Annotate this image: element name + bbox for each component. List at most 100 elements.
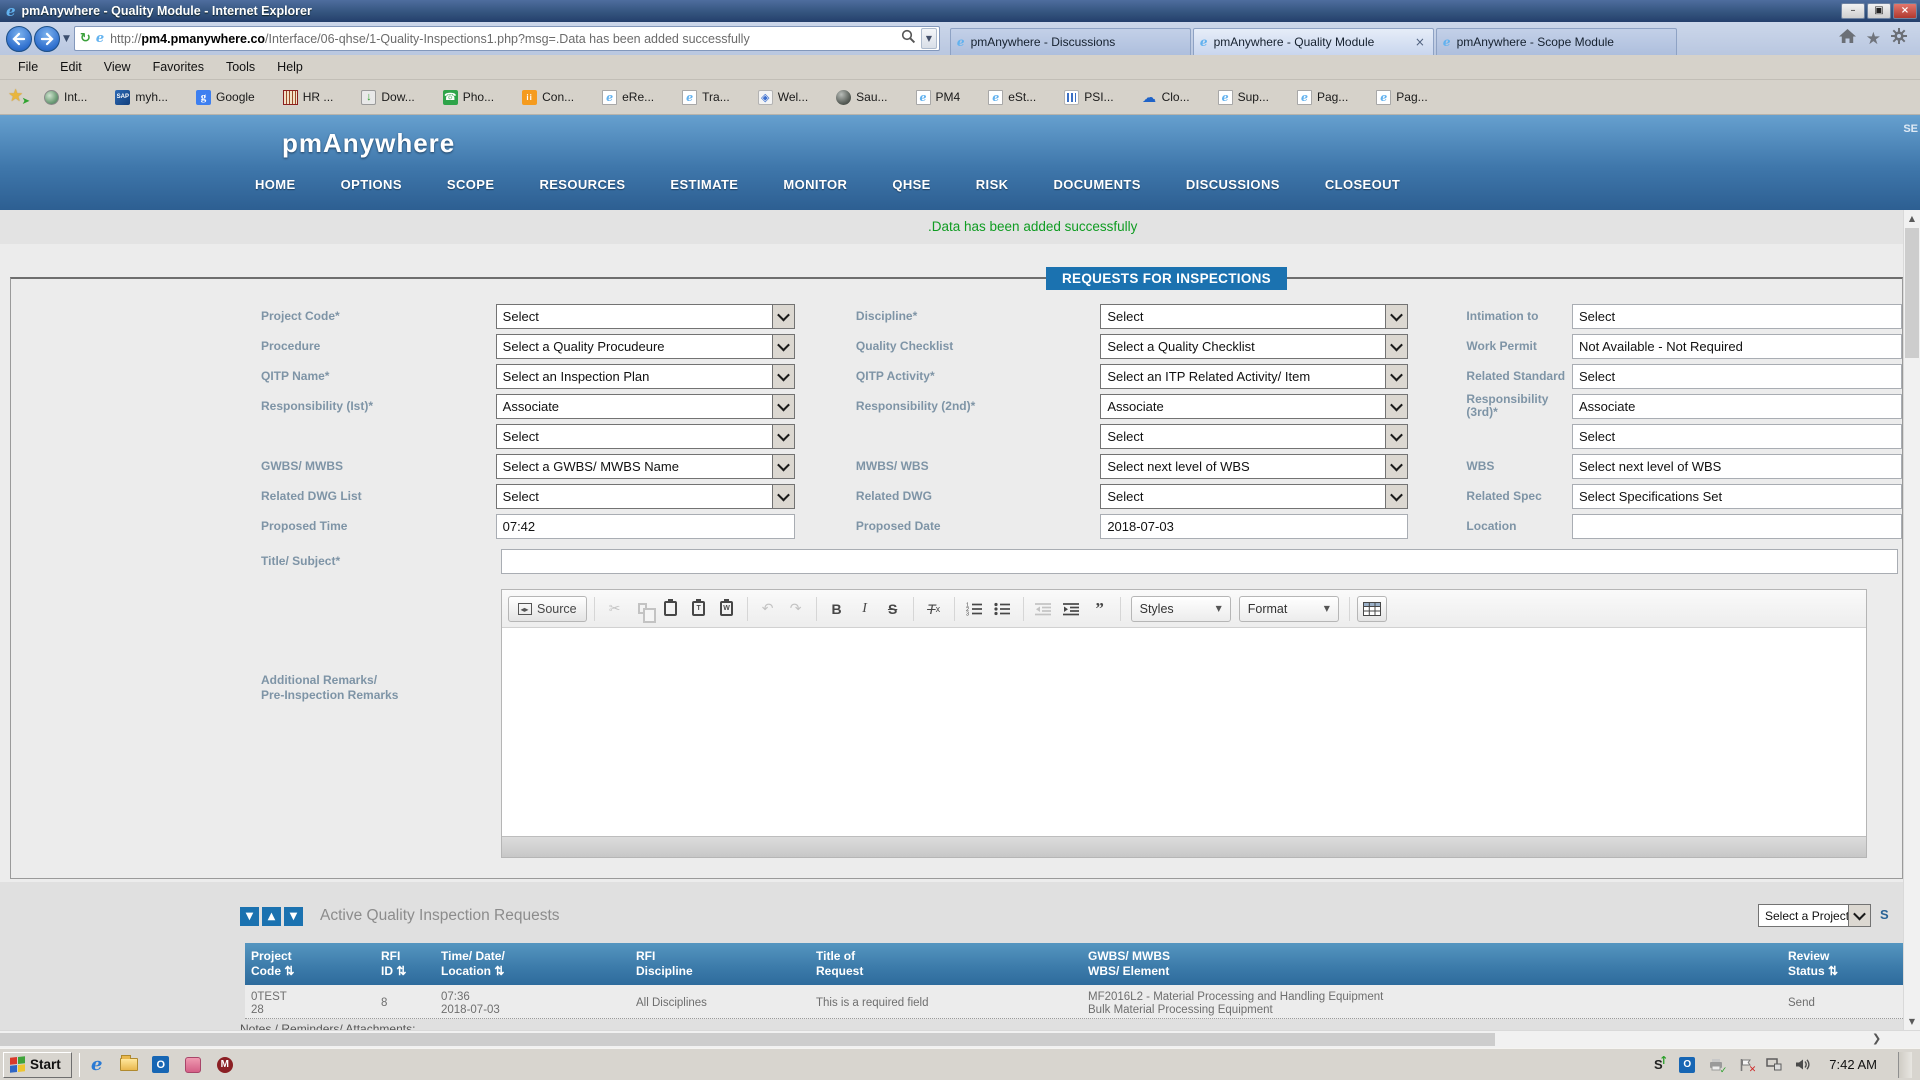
nav-item-qhse[interactable]: QHSE bbox=[892, 177, 930, 192]
nav-item-documents[interactable]: DOCUMENTS bbox=[1053, 177, 1140, 192]
vertical-scroll-thumb[interactable] bbox=[1905, 228, 1919, 358]
minimize-button[interactable]: – bbox=[1841, 3, 1865, 19]
app-logo[interactable]: pmAnywhere bbox=[282, 128, 455, 159]
chevron-down-icon[interactable] bbox=[772, 455, 794, 478]
url-text[interactable]: http://pm4.pmanywhere.co/Interface/06-qh… bbox=[110, 32, 898, 46]
blockquote-icon[interactable]: ” bbox=[1087, 596, 1113, 622]
strikethrough-icon[interactable]: S bbox=[880, 596, 906, 622]
menu-item-favorites[interactable]: Favorites bbox=[143, 57, 214, 77]
favorite-psi-13[interactable]: PSI... bbox=[1058, 87, 1121, 108]
close-button[interactable]: × bbox=[1893, 3, 1917, 19]
search-dropdown-icon[interactable]: ▼ bbox=[921, 28, 937, 49]
address-bar[interactable]: ↻ e http://pm4.pmanywhere.co/Interface/0… bbox=[74, 26, 940, 51]
favorite-google-2[interactable]: gGoogle bbox=[190, 87, 263, 108]
search-icon[interactable] bbox=[898, 29, 919, 49]
nav-item-scope[interactable]: SCOPE bbox=[447, 177, 495, 192]
qitp-activity-select[interactable]: Select an ITP Related Activity/ Item bbox=[1100, 364, 1408, 389]
project-filter-select[interactable]: Select a Project bbox=[1758, 904, 1871, 927]
favorite-est-12[interactable]: eeSt... bbox=[982, 87, 1044, 108]
fax-tray-icon[interactable]: ✓ bbox=[1707, 1056, 1725, 1074]
horizontal-scroll-thumb[interactable] bbox=[0, 1033, 1495, 1046]
menu-item-view[interactable]: View bbox=[94, 57, 141, 77]
procedure-select[interactable]: Select a Quality Procudeure bbox=[496, 334, 795, 359]
column-header-gwbs-mwbs-wbs-element[interactable]: GWBS/ MWBSWBS/ Element bbox=[1082, 943, 1782, 985]
unordered-list-icon[interactable] bbox=[990, 596, 1016, 622]
paste-icon[interactable] bbox=[658, 596, 684, 622]
forward-button[interactable] bbox=[34, 26, 60, 52]
sync-tray-icon[interactable]: S↑ bbox=[1649, 1056, 1667, 1074]
responsibility-ist-select[interactable]: Associate bbox=[496, 394, 795, 419]
refresh-icon[interactable]: ↻ bbox=[80, 31, 91, 46]
network-tray-icon[interactable] bbox=[1765, 1056, 1783, 1074]
outlook-tray-icon[interactable]: O bbox=[1678, 1056, 1696, 1074]
nav-item-closeout[interactable]: CLOSEOUT bbox=[1325, 177, 1400, 192]
column-header-rfi-discipline[interactable]: RFIDiscipline bbox=[630, 943, 810, 985]
column-header-rfi-id[interactable]: RFIID ⇅ bbox=[375, 943, 435, 985]
action-center-flag-icon[interactable]: ✕ bbox=[1736, 1056, 1754, 1074]
nav-item-resources[interactable]: RESOURCES bbox=[539, 177, 625, 192]
back-button[interactable] bbox=[6, 26, 32, 52]
qitp-name-select[interactable]: Select an Inspection Plan bbox=[496, 364, 795, 389]
chevron-down-icon[interactable] bbox=[1385, 365, 1407, 388]
menu-item-help[interactable]: Help bbox=[267, 57, 313, 77]
ordered-list-icon[interactable]: 123 bbox=[962, 596, 988, 622]
secondary-select[interactable]: Select bbox=[1100, 424, 1408, 449]
nav-item-estimate[interactable]: ESTIMATE bbox=[670, 177, 738, 192]
chevron-down-icon[interactable] bbox=[1385, 305, 1407, 328]
proposed-time-input[interactable]: 07:42 bbox=[496, 514, 795, 539]
start-button[interactable]: Start bbox=[3, 1052, 72, 1078]
internet-explorer-icon[interactable]: e bbox=[87, 1055, 107, 1075]
work-permit-input[interactable]: Not Available - Not Required bbox=[1572, 334, 1902, 359]
favorite-clo-14[interactable]: ☁Clo... bbox=[1136, 87, 1198, 108]
favorite-hr-3[interactable]: HR ... bbox=[277, 87, 342, 108]
redo-icon[interactable]: ↷ bbox=[783, 596, 809, 622]
chevron-down-icon[interactable] bbox=[772, 305, 794, 328]
chevron-down-icon[interactable] bbox=[1848, 905, 1870, 926]
recent-pages-dropdown[interactable]: ▼ bbox=[63, 34, 70, 44]
wbs-input[interactable]: Select next level of WBS bbox=[1572, 454, 1902, 479]
sort-down-button[interactable]: ▼ bbox=[240, 907, 259, 926]
quality-checklist-select[interactable]: Select a Quality Checklist bbox=[1100, 334, 1408, 359]
menu-item-edit[interactable]: Edit bbox=[50, 57, 92, 77]
column-header-project-code[interactable]: ProjectCode ⇅ bbox=[245, 943, 375, 985]
scroll-up-icon[interactable]: ▲ bbox=[1904, 214, 1920, 223]
chevron-down-icon[interactable] bbox=[772, 395, 794, 418]
nav-item-risk[interactable]: RISK bbox=[976, 177, 1009, 192]
project-code-select[interactable]: Select bbox=[496, 304, 795, 329]
outdent-icon[interactable] bbox=[1031, 596, 1057, 622]
chevron-down-icon[interactable] bbox=[1385, 455, 1407, 478]
paste-text-icon[interactable]: T bbox=[686, 596, 712, 622]
home-icon[interactable] bbox=[1838, 28, 1857, 49]
editor-body[interactable] bbox=[502, 628, 1866, 836]
related-standard-input[interactable]: Select bbox=[1572, 364, 1902, 389]
browser-tab-pmanywhere-discussions[interactable]: epmAnywhere - Discussions bbox=[950, 28, 1191, 55]
favorite-pho-5[interactable]: ☎Pho... bbox=[437, 87, 502, 108]
paste-word-icon[interactable]: W bbox=[714, 596, 740, 622]
table-icon[interactable] bbox=[1357, 596, 1387, 622]
sort-down-button[interactable]: ▼ bbox=[284, 907, 303, 926]
related-spec-input[interactable]: Select Specifications Set bbox=[1572, 484, 1902, 509]
chevron-down-icon[interactable] bbox=[1385, 485, 1407, 508]
favorite-pag-17[interactable]: ePag... bbox=[1370, 87, 1435, 108]
browser-tab-pmanywhere-scope-module[interactable]: epmAnywhere - Scope Module bbox=[1436, 28, 1677, 55]
indent-icon[interactable] bbox=[1059, 596, 1085, 622]
favorite-pm4-11[interactable]: ePM4 bbox=[910, 87, 969, 108]
location-input[interactable] bbox=[1572, 514, 1902, 539]
undo-icon[interactable]: ↶ bbox=[755, 596, 781, 622]
volume-tray-icon[interactable] bbox=[1794, 1056, 1812, 1074]
menu-item-tools[interactable]: Tools bbox=[216, 57, 265, 77]
file-explorer-icon[interactable] bbox=[119, 1055, 139, 1075]
responsibility-3rd-input[interactable]: Associate bbox=[1572, 394, 1902, 419]
proposed-date-input[interactable]: 2018-07-03 bbox=[1100, 514, 1408, 539]
copy-icon[interactable] bbox=[630, 596, 656, 622]
menu-item-file[interactable]: File bbox=[8, 57, 48, 77]
nav-item-home[interactable]: HOME bbox=[255, 177, 296, 192]
nav-item-discussions[interactable]: DISCUSSIONS bbox=[1186, 177, 1280, 192]
tab-close-icon[interactable]: × bbox=[1413, 35, 1427, 49]
gwbs-mwbs-select[interactable]: Select a GWBS/ MWBS Name bbox=[496, 454, 795, 479]
column-header-title-of-request[interactable]: Title ofRequest bbox=[810, 943, 1082, 985]
chevron-down-icon[interactable] bbox=[772, 365, 794, 388]
discipline-select[interactable]: Select bbox=[1100, 304, 1408, 329]
related-dwg-select[interactable]: Select bbox=[1100, 484, 1408, 509]
intimation-to-input[interactable]: Select bbox=[1572, 304, 1902, 329]
